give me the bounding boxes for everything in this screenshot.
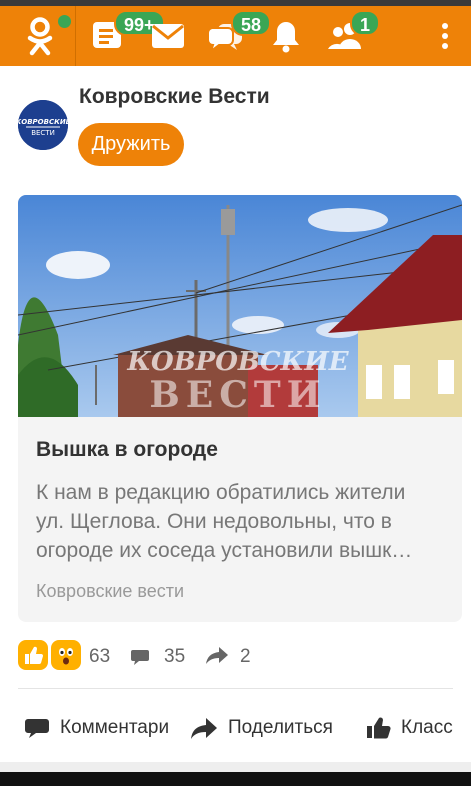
card-title: Вышка в огороде	[36, 438, 218, 461]
card-text-line: ул. Щеглова. Они недовольны, что в	[36, 510, 392, 533]
comments-label: Комментари	[60, 717, 170, 738]
avatar-text-top: КОВРОВСКИЕ	[18, 118, 68, 126]
friend-button[interactable]: Дружить	[78, 123, 184, 166]
post-actions: Комментари Поделиться Класс	[0, 706, 471, 752]
reactions-count: 63	[89, 646, 111, 667]
comments-count: 35	[164, 646, 186, 667]
avatar-text-bottom: ВЕСТИ	[31, 129, 55, 137]
comments-button[interactable]: Комментари	[24, 706, 169, 750]
feed-separator	[0, 762, 471, 772]
toolbar-divider	[75, 6, 76, 66]
system-nav-bar	[0, 772, 471, 786]
bell-icon[interactable]	[266, 6, 306, 66]
divider	[18, 688, 453, 689]
link-card[interactable]: КОВРОВСКИЕ ВЕСТИ Вышка в огороде К нам в…	[18, 195, 462, 622]
odnoklassniki-logo-icon[interactable]	[14, 6, 73, 66]
like-label: Класс	[401, 717, 453, 738]
wow-reaction-icon[interactable]	[51, 640, 81, 670]
app-toolbar: 99+ 58 1	[0, 6, 471, 66]
thumbs-up-icon	[367, 717, 391, 739]
group-avatar[interactable]: КОВРОВСКИЕ ВЕСТИ	[18, 100, 68, 150]
share-button[interactable]: Поделиться	[190, 706, 333, 750]
card-text-line: К нам в редакцию обратились жители	[36, 481, 406, 504]
post-stats: 63 35 2	[0, 636, 471, 676]
watermark-top: КОВРОВСКИЕ	[126, 347, 349, 377]
card-source: Ковровские вести	[36, 581, 185, 601]
card-text-line: огороде их соседа установили вышк…	[36, 539, 413, 562]
mail-icon[interactable]	[148, 6, 188, 66]
share-count-icon	[205, 645, 229, 670]
author-name[interactable]: Ковровские Вести	[79, 85, 270, 109]
post-header: КОВРОВСКИЕ ВЕСТИ Ковровские Вести Дружит…	[0, 66, 471, 186]
more-vertical-icon[interactable]	[430, 6, 460, 66]
like-reaction-icon[interactable]	[18, 640, 48, 670]
card-description: К нам в редакцию обратились жители ул. Щ…	[36, 478, 450, 565]
watermark-bottom: ВЕСТИ	[149, 374, 326, 416]
like-button[interactable]: Класс	[365, 706, 453, 750]
share-icon	[191, 718, 217, 739]
comment-count-icon	[130, 647, 150, 672]
comment-icon	[25, 719, 49, 738]
shares-count: 2	[240, 646, 251, 667]
share-label: Поделиться	[228, 717, 333, 738]
friends-badge: 1	[350, 10, 381, 36]
article-photo: КОВРОВСКИЕ ВЕСТИ	[18, 195, 462, 417]
online-indicator	[56, 13, 73, 30]
